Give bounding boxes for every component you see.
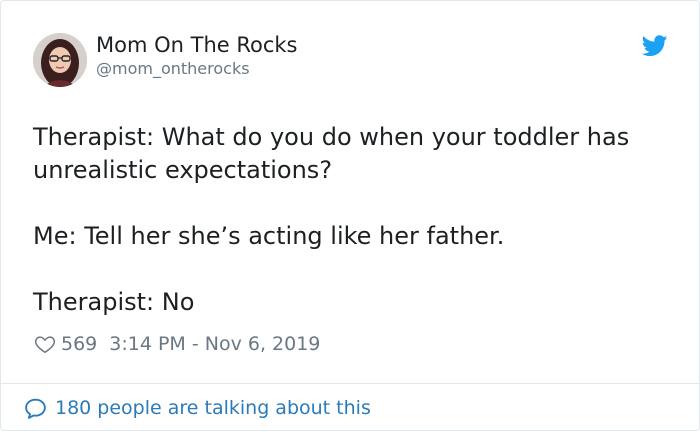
twitter-bird-icon[interactable] [641, 35, 668, 57]
author-name[interactable]: Mom On The Rocks [96, 32, 298, 58]
conversation-link[interactable]: 180 people are talking about this [23, 394, 371, 422]
avatar-image [33, 33, 87, 87]
tweet-line: Therapist: What do you do when your todd… [33, 123, 630, 184]
heart-icon[interactable] [34, 333, 56, 355]
speech-bubble-icon [25, 398, 46, 419]
avatar[interactable] [33, 33, 87, 87]
timestamp[interactable]: 3:14 PM - Nov 6, 2019 [109, 333, 320, 355]
tweet-meta: 569 3:14 PM - Nov 6, 2019 [34, 331, 320, 357]
author-handle[interactable]: @mom_ontherocks [96, 59, 250, 79]
tweet-text: Therapist: What do you do when your todd… [33, 121, 673, 319]
tweet-line: Me: Tell her she’s acting like her fathe… [33, 222, 505, 250]
tweet-line: Therapist: No [33, 288, 195, 316]
conversation-label: 180 people are talking about this [55, 397, 371, 419]
like-count[interactable]: 569 [61, 333, 97, 355]
tweet-card: Mom On The Rocks @mom_ontherocks Therapi… [0, 0, 700, 431]
divider [1, 383, 699, 384]
